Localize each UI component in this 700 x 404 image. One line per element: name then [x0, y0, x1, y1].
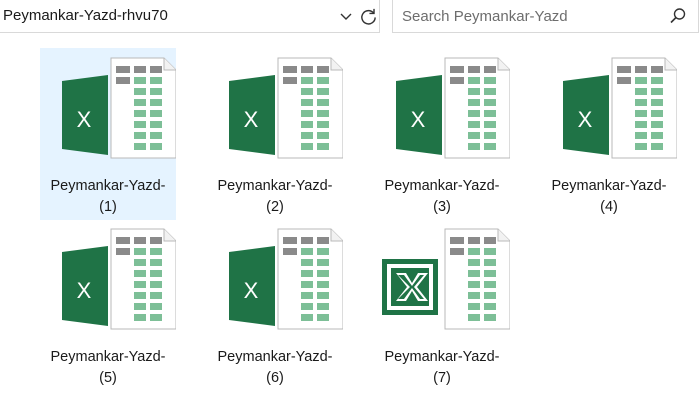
- file-item[interactable]: X Peymankar-Yazd- (5): [40, 219, 177, 391]
- address-bar[interactable]: Peymankar-Yazd-rhvu70: [0, 0, 380, 33]
- search-box[interactable]: Search Peymankar-Yazd-: [392, 0, 699, 33]
- excel-legacy-file-icon: [374, 219, 511, 339]
- excel-file-icon: X: [207, 219, 344, 339]
- file-name-suffix: (5): [99, 370, 117, 386]
- file-name: Peymankar-Yazd-: [50, 349, 166, 365]
- address-path[interactable]: Peymankar-Yazd-rhvu70: [3, 7, 168, 24]
- chevron-down-icon[interactable]: [338, 9, 354, 25]
- file-name-suffix: (2): [266, 199, 284, 215]
- file-item[interactable]: X Peymankar-Yazd- (1): [40, 48, 177, 220]
- file-name-suffix: (3): [433, 199, 451, 215]
- svg-text:X: X: [244, 107, 259, 132]
- file-item[interactable]: X Peymankar-Yazd- (2): [207, 48, 344, 220]
- svg-text:X: X: [578, 107, 593, 132]
- excel-file-icon: X: [207, 48, 344, 168]
- file-item[interactable]: X Peymankar-Yazd- (3): [374, 48, 511, 220]
- excel-file-icon: X: [541, 48, 678, 168]
- file-item[interactable]: Peymankar-Yazd- (7): [374, 219, 511, 391]
- file-name-suffix: (4): [600, 199, 618, 215]
- file-name-suffix: (6): [266, 370, 284, 386]
- file-name: Peymankar-Yazd-: [217, 349, 333, 365]
- file-item[interactable]: X Peymankar-Yazd- (6): [207, 219, 344, 391]
- refresh-icon[interactable]: [359, 7, 378, 26]
- excel-file-icon: X: [374, 48, 511, 168]
- search-input[interactable]: Search Peymankar-Yazd-: [402, 8, 567, 25]
- file-item[interactable]: X Peymankar-Yazd- (4): [541, 48, 678, 220]
- file-name: Peymankar-Yazd-: [384, 178, 500, 194]
- excel-file-icon: X: [40, 219, 177, 339]
- file-name-suffix: (1): [99, 199, 117, 215]
- file-name: Peymankar-Yazd-: [384, 349, 500, 365]
- search-icon[interactable]: [669, 7, 687, 25]
- file-name: Peymankar-Yazd-: [217, 178, 333, 194]
- svg-text:X: X: [77, 107, 92, 132]
- file-name: Peymankar-Yazd-: [50, 178, 166, 194]
- excel-file-icon: X: [40, 48, 177, 168]
- file-name-suffix: (7): [433, 370, 451, 386]
- svg-text:X: X: [244, 278, 259, 303]
- file-name: Peymankar-Yazd-: [551, 178, 667, 194]
- svg-text:X: X: [77, 278, 92, 303]
- svg-text:X: X: [411, 107, 426, 132]
